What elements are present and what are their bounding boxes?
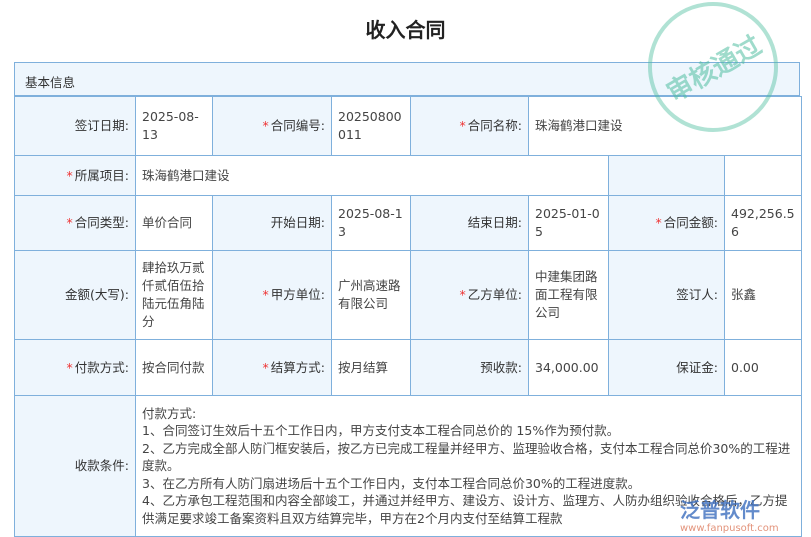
contract-no-label: * 合同编号:: [212, 96, 332, 156]
contract-type-value: 单价合同: [135, 195, 213, 251]
party-a-value: 广州高速路有限公司: [331, 250, 411, 340]
watermark-logo: 泛普软件 www.fanpusoft.com: [680, 498, 779, 534]
terms-line: 付款方式:: [142, 405, 197, 421]
contract-type-label: * 合同类型:: [14, 195, 136, 251]
terms-line: 3、在乙方所有人防门扇进场后十五个工作日内，支付本工程合同总价30%的工程进度款…: [142, 475, 641, 491]
start-date-value: 2025-08-13: [331, 195, 411, 251]
project-value: 珠海鹤港口建设: [135, 155, 609, 196]
amount-caps-label: 金额(大写):: [14, 250, 136, 340]
party-a-label: * 甲方单位:: [212, 250, 332, 340]
terms-line: 2、乙方完成全部人防门框安装后，按乙方已完成工程量并经甲方、监理验收合格，支付本…: [142, 440, 791, 474]
payment-method-label: * 付款方式:: [14, 339, 136, 396]
amount-label: * 合同金额:: [608, 195, 725, 251]
amount-value: 492,256.56: [723, 195, 803, 251]
party-b-label: * 乙方单位:: [410, 250, 529, 340]
contract-form: 签订日期: 2025-08-13 * 合同编号: 20250800011 * 合同名…: [14, 96, 803, 537]
signer-value: 张鑫: [723, 250, 803, 340]
signer-label: 签订人:: [608, 250, 725, 340]
empty-label: [608, 155, 725, 196]
terms-label: 收款条件:: [14, 395, 136, 537]
contract-no-value: 20250800011: [331, 96, 411, 156]
settle-method-label: * 结算方式:: [212, 339, 332, 396]
end-date-label: 结束日期:: [410, 195, 529, 251]
deposit-value: 0.00: [723, 339, 803, 396]
terms-line: 1、合同签订生效后十五个工作日内，甲方支付支本工程合同总价的 15%作为预付款。: [142, 423, 620, 439]
sign-date-label: 签订日期:: [14, 96, 136, 156]
start-date-label: 开始日期:: [212, 195, 332, 251]
party-b-value: 中建集团路面工程有限公司: [528, 250, 609, 340]
contract-name-label: * 合同名称:: [410, 96, 529, 156]
deposit-label: 保证金:: [608, 339, 725, 396]
payment-method-value: 按合同付款: [135, 339, 213, 396]
project-label: * 所属项目:: [14, 155, 136, 196]
end-date-value: 2025-01-05: [528, 195, 609, 251]
settle-method-value: 按月结算: [331, 339, 411, 396]
empty-value: [723, 155, 803, 196]
amount-caps-value: 肆拾玖万贰仟贰佰伍拾陆元伍角陆分: [135, 250, 213, 340]
sign-date-value: 2025-08-13: [135, 96, 213, 156]
prepay-value: 34,000.00: [528, 339, 609, 396]
prepay-label: 预收款:: [410, 339, 529, 396]
